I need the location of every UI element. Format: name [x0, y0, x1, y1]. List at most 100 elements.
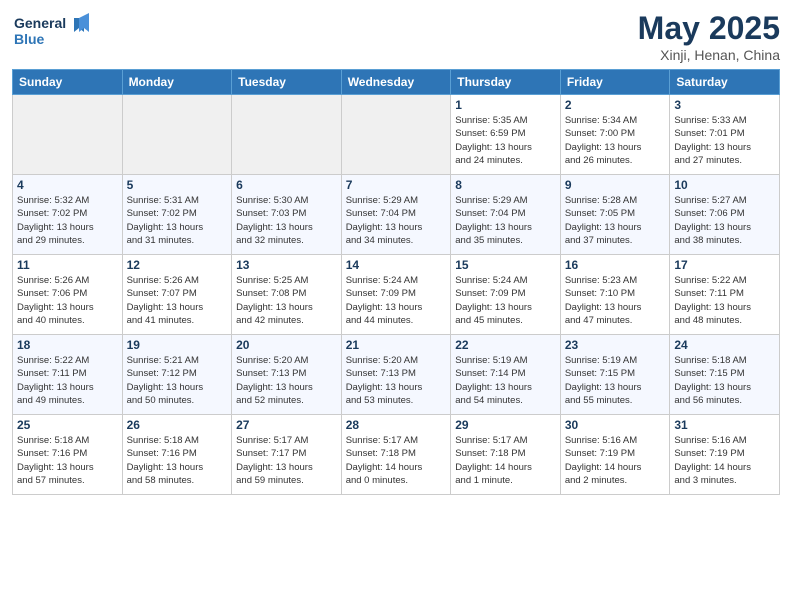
day-info: Sunrise: 5:17 AM Sunset: 7:18 PM Dayligh… [346, 434, 447, 487]
calendar-cell: 6 Sunrise: 5:30 AM Sunset: 7:03 PM Daylig… [232, 175, 342, 255]
calendar-cell [232, 95, 342, 175]
day-number: 13 [236, 258, 337, 272]
logo: General Blue [12, 10, 102, 57]
day-info: Sunrise: 5:16 AM Sunset: 7:19 PM Dayligh… [674, 434, 775, 487]
calendar-cell: 22Sunrise: 5:19 AM Sunset: 7:14 PM Dayli… [451, 335, 561, 415]
calendar-cell: 8 Sunrise: 5:29 AM Sunset: 7:04 PM Daylig… [451, 175, 561, 255]
day-number: 11 [17, 258, 118, 272]
title-block: May 2025 Xinji, Henan, China [638, 10, 780, 63]
day-info: Sunrise: 5:20 AM Sunset: 7:13 PM Dayligh… [346, 354, 447, 407]
weekday-header-row: SundayMondayTuesdayWednesdayThursdayFrid… [13, 70, 780, 95]
weekday-header-saturday: Saturday [670, 70, 780, 95]
day-info: Sunrise: 5:21 AM Sunset: 7:12 PM Dayligh… [127, 354, 228, 407]
day-number: 21 [346, 338, 447, 352]
weekday-header-tuesday: Tuesday [232, 70, 342, 95]
day-number: 2 [565, 98, 666, 112]
weekday-header-monday: Monday [122, 70, 232, 95]
day-number: 23 [565, 338, 666, 352]
calendar-cell: 18 Sunrise: 5:22 AM Sunset: 7:11 PM Dayli… [13, 335, 123, 415]
logo-icon: General Blue [12, 10, 102, 52]
day-info: Sunrise: 5:27 AM Sunset: 7:06 PM Dayligh… [674, 194, 775, 247]
calendar-cell: 21 Sunrise: 5:20 AM Sunset: 7:13 PM Dayli… [341, 335, 451, 415]
calendar-cell: 5 Sunrise: 5:31 AM Sunset: 7:02 PM Daylig… [122, 175, 232, 255]
day-number: 19 [127, 338, 228, 352]
day-number: 18 [17, 338, 118, 352]
calendar-cell: 11 Sunrise: 5:26 AM Sunset: 7:06 PM Dayli… [13, 255, 123, 335]
day-info: Sunrise: 5:18 AM Sunset: 7:16 PM Dayligh… [17, 434, 118, 487]
day-number: 7 [346, 178, 447, 192]
day-info: Sunrise: 5:26 AM Sunset: 7:07 PM Dayligh… [127, 274, 228, 327]
day-info: Sunrise: 5:20 AM Sunset: 7:13 PM Dayligh… [236, 354, 337, 407]
day-info: Sunrise: 5:33 AM Sunset: 7:01 PM Dayligh… [674, 114, 775, 167]
calendar-cell: 29 Sunrise: 5:17 AM Sunset: 7:18 PM Dayli… [451, 415, 561, 495]
calendar-cell [122, 95, 232, 175]
calendar-cell: 1Sunrise: 5:35 AM Sunset: 6:59 PM Daylig… [451, 95, 561, 175]
weekday-header-thursday: Thursday [451, 70, 561, 95]
day-number: 20 [236, 338, 337, 352]
day-info: Sunrise: 5:22 AM Sunset: 7:11 PM Dayligh… [674, 274, 775, 327]
day-info: Sunrise: 5:24 AM Sunset: 7:09 PM Dayligh… [346, 274, 447, 327]
day-info: Sunrise: 5:17 AM Sunset: 7:18 PM Dayligh… [455, 434, 556, 487]
calendar-cell: 19 Sunrise: 5:21 AM Sunset: 7:12 PM Dayli… [122, 335, 232, 415]
header: General Blue May 2025 Xinji, Henan, Chin… [12, 10, 780, 63]
day-number: 30 [565, 418, 666, 432]
day-info: Sunrise: 5:26 AM Sunset: 7:06 PM Dayligh… [17, 274, 118, 327]
day-info: Sunrise: 5:29 AM Sunset: 7:04 PM Dayligh… [346, 194, 447, 247]
calendar-cell: 30Sunrise: 5:16 AM Sunset: 7:19 PM Dayli… [560, 415, 670, 495]
week-row-1: 1Sunrise: 5:35 AM Sunset: 6:59 PM Daylig… [13, 95, 780, 175]
calendar-cell: 31 Sunrise: 5:16 AM Sunset: 7:19 PM Dayli… [670, 415, 780, 495]
day-number: 8 [455, 178, 556, 192]
day-number: 10 [674, 178, 775, 192]
day-info: Sunrise: 5:18 AM Sunset: 7:16 PM Dayligh… [127, 434, 228, 487]
day-info: Sunrise: 5:29 AM Sunset: 7:04 PM Dayligh… [455, 194, 556, 247]
day-number: 17 [674, 258, 775, 272]
calendar-cell: 15 Sunrise: 5:24 AM Sunset: 7:09 PM Dayli… [451, 255, 561, 335]
calendar-cell: 2 Sunrise: 5:34 AM Sunset: 7:00 PM Daylig… [560, 95, 670, 175]
day-number: 4 [17, 178, 118, 192]
calendar-cell: 9Sunrise: 5:28 AM Sunset: 7:05 PM Daylig… [560, 175, 670, 255]
calendar-cell: 25 Sunrise: 5:18 AM Sunset: 7:16 PM Dayli… [13, 415, 123, 495]
day-info: Sunrise: 5:18 AM Sunset: 7:15 PM Dayligh… [674, 354, 775, 407]
day-number: 14 [346, 258, 447, 272]
calendar-cell: 24Sunrise: 5:18 AM Sunset: 7:15 PM Dayli… [670, 335, 780, 415]
calendar-cell: 13 Sunrise: 5:25 AM Sunset: 7:08 PM Dayli… [232, 255, 342, 335]
calendar-cell: 3Sunrise: 5:33 AM Sunset: 7:01 PM Daylig… [670, 95, 780, 175]
day-number: 15 [455, 258, 556, 272]
day-number: 16 [565, 258, 666, 272]
day-info: Sunrise: 5:17 AM Sunset: 7:17 PM Dayligh… [236, 434, 337, 487]
day-number: 29 [455, 418, 556, 432]
day-number: 5 [127, 178, 228, 192]
calendar-cell: 20 Sunrise: 5:20 AM Sunset: 7:13 PM Dayli… [232, 335, 342, 415]
svg-text:General: General [14, 15, 66, 31]
page: General Blue May 2025 Xinji, Henan, Chin… [0, 0, 792, 612]
calendar-cell: 7 Sunrise: 5:29 AM Sunset: 7:04 PM Daylig… [341, 175, 451, 255]
weekday-header-wednesday: Wednesday [341, 70, 451, 95]
day-info: Sunrise: 5:30 AM Sunset: 7:03 PM Dayligh… [236, 194, 337, 247]
month-title: May 2025 [638, 10, 780, 47]
calendar-cell: 12Sunrise: 5:26 AM Sunset: 7:07 PM Dayli… [122, 255, 232, 335]
calendar-cell: 26 Sunrise: 5:18 AM Sunset: 7:16 PM Dayli… [122, 415, 232, 495]
day-number: 31 [674, 418, 775, 432]
day-info: Sunrise: 5:22 AM Sunset: 7:11 PM Dayligh… [17, 354, 118, 407]
day-info: Sunrise: 5:32 AM Sunset: 7:02 PM Dayligh… [17, 194, 118, 247]
calendar-cell: 16 Sunrise: 5:23 AM Sunset: 7:10 PM Dayli… [560, 255, 670, 335]
day-number: 22 [455, 338, 556, 352]
day-info: Sunrise: 5:34 AM Sunset: 7:00 PM Dayligh… [565, 114, 666, 167]
week-row-5: 25 Sunrise: 5:18 AM Sunset: 7:16 PM Dayli… [13, 415, 780, 495]
calendar-cell: 10 Sunrise: 5:27 AM Sunset: 7:06 PM Dayli… [670, 175, 780, 255]
location: Xinji, Henan, China [638, 47, 780, 63]
calendar: SundayMondayTuesdayWednesdayThursdayFrid… [12, 69, 780, 495]
svg-text:Blue: Blue [14, 31, 45, 47]
week-row-2: 4 Sunrise: 5:32 AM Sunset: 7:02 PM Daylig… [13, 175, 780, 255]
day-info: Sunrise: 5:24 AM Sunset: 7:09 PM Dayligh… [455, 274, 556, 327]
calendar-cell [13, 95, 123, 175]
day-info: Sunrise: 5:31 AM Sunset: 7:02 PM Dayligh… [127, 194, 228, 247]
day-number: 25 [17, 418, 118, 432]
weekday-header-friday: Friday [560, 70, 670, 95]
day-info: Sunrise: 5:25 AM Sunset: 7:08 PM Dayligh… [236, 274, 337, 327]
day-number: 26 [127, 418, 228, 432]
day-number: 9 [565, 178, 666, 192]
day-number: 6 [236, 178, 337, 192]
day-info: Sunrise: 5:19 AM Sunset: 7:15 PM Dayligh… [565, 354, 666, 407]
day-info: Sunrise: 5:23 AM Sunset: 7:10 PM Dayligh… [565, 274, 666, 327]
